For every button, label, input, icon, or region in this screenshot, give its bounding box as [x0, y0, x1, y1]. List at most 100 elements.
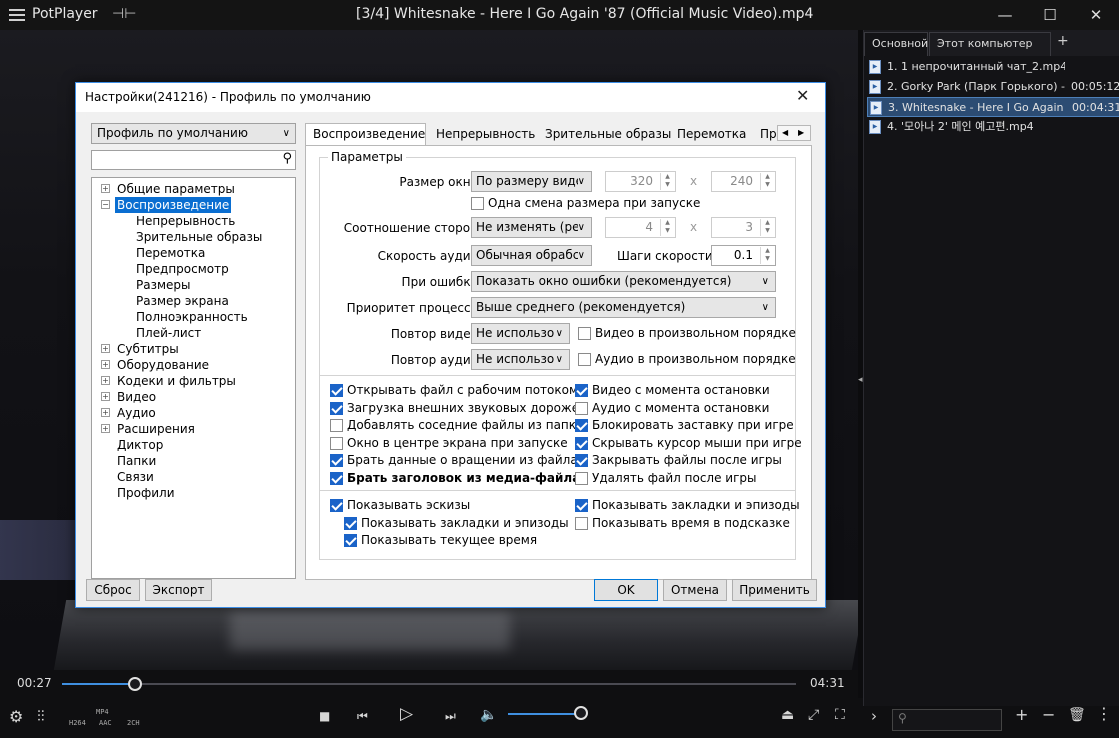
- tree-item[interactable]: + Общие параметры: [92, 181, 295, 197]
- option-checkbox[interactable]: Показывать закладки и эпизоды: [575, 498, 800, 514]
- option-checkbox[interactable]: Показывать закладки и эпизоды: [344, 516, 569, 532]
- trash-icon[interactable]: 🗑: [1068, 707, 1086, 723]
- tree-item[interactable]: Размеры: [92, 277, 295, 293]
- tab-visuals[interactable]: Зрительные образы: [538, 124, 671, 146]
- tree-item[interactable]: Плей-лист: [92, 325, 295, 341]
- tab-scroll-arrows[interactable]: ◀ ▶: [777, 125, 811, 141]
- option-checkbox[interactable]: Добавлять соседние файлы из папки: [330, 418, 584, 434]
- menu-icon[interactable]: [9, 7, 25, 23]
- expand-icon[interactable]: +: [101, 184, 110, 193]
- fullscreen-icon[interactable]: ⛶: [835, 707, 845, 723]
- tab-scroll-right-icon[interactable]: ▶: [798, 126, 804, 140]
- random-audio-checkbox[interactable]: Аудио в произвольном порядке: [578, 352, 796, 368]
- tree-item[interactable]: − Воспроизведение: [92, 197, 295, 213]
- window-size-select[interactable]: По размеру виде ∨: [471, 171, 592, 192]
- expand-icon[interactable]: ›: [871, 707, 877, 725]
- remove-icon[interactable]: −: [1042, 705, 1055, 724]
- play-icon[interactable]: ▷: [400, 704, 413, 724]
- aspect-select[interactable]: Не изменять (ре ∨: [471, 217, 592, 238]
- tree-item[interactable]: + Субтитры: [92, 341, 295, 357]
- option-checkbox[interactable]: Блокировать заставку при игре: [575, 418, 794, 434]
- tab-main[interactable]: Основной: [864, 32, 928, 56]
- option-checkbox[interactable]: Брать данные о вращении из файла: [330, 453, 578, 469]
- export-button[interactable]: Экспорт: [145, 579, 212, 601]
- volume-icon[interactable]: 🔈: [480, 707, 497, 723]
- previous-icon[interactable]: ⏮: [357, 709, 368, 724]
- add-icon[interactable]: +: [1015, 705, 1028, 724]
- tree-item[interactable]: + Кодеки и фильтры: [92, 373, 295, 389]
- repeat-video-select[interactable]: Не использо ∨: [471, 323, 570, 344]
- playlist-item[interactable]: ▶ 4. '모아나 2' 메인 예고편.mp4: [867, 117, 1119, 137]
- ok-button[interactable]: OK: [594, 579, 658, 601]
- tree-item[interactable]: Зрительные образы: [92, 229, 295, 245]
- maximize-icon[interactable]: ☐: [1027, 0, 1073, 30]
- expand-icon[interactable]: +: [101, 344, 110, 353]
- tab-more[interactable]: Пр: [753, 124, 779, 146]
- aspect-height-stepper[interactable]: 3 ▲ ▼: [711, 217, 776, 238]
- tree-item[interactable]: Профили: [92, 485, 295, 501]
- expand-icon[interactable]: +: [101, 408, 110, 417]
- cancel-button[interactable]: Отмена: [663, 579, 727, 601]
- tree-item[interactable]: + Оборудование: [92, 357, 295, 373]
- spinner-arrows-icon[interactable]: ▲ ▼: [660, 173, 674, 190]
- on-error-select[interactable]: Показать окно ошибки (рекомендуется) ∨: [471, 271, 776, 292]
- tree-item[interactable]: + Расширения: [92, 421, 295, 437]
- option-checkbox[interactable]: Удалять файл после игры: [575, 471, 756, 487]
- aspect-width-stepper[interactable]: 4 ▲ ▼: [605, 217, 676, 238]
- pin-icon[interactable]: ⊣⊢: [112, 6, 136, 22]
- seek-handle[interactable]: [128, 677, 142, 691]
- playlist-item[interactable]: ▶ 2. Gorky Park (Парк Горького) - M... 0…: [867, 77, 1119, 97]
- tab-scroll-left-icon[interactable]: ◀: [782, 126, 788, 140]
- search-icon[interactable]: ⚲: [282, 151, 292, 166]
- spinner-arrows-icon[interactable]: ▲ ▼: [760, 247, 774, 264]
- window-width-stepper[interactable]: 320 ▲ ▼: [605, 171, 676, 192]
- volume-handle[interactable]: [574, 706, 588, 720]
- option-checkbox[interactable]: Загрузка внешних звуковых дорожек: [330, 401, 586, 417]
- collapse-icon[interactable]: −: [101, 200, 110, 209]
- expand-icon[interactable]: +: [101, 376, 110, 385]
- expand-icon[interactable]: +: [101, 424, 110, 433]
- next-icon[interactable]: ⏭: [445, 709, 456, 724]
- stop-icon[interactable]: ■: [319, 709, 330, 723]
- option-checkbox[interactable]: Аудио с момента остановки: [575, 401, 769, 417]
- speed-step-stepper[interactable]: 0.1 ▲ ▼: [711, 245, 776, 266]
- tree-item[interactable]: Предпросмотр: [92, 261, 295, 277]
- resize-icon[interactable]: ⤢: [808, 707, 819, 723]
- more-icon[interactable]: ⋮: [1096, 704, 1112, 723]
- tree-item[interactable]: Полноэкранность: [92, 309, 295, 325]
- random-video-checkbox[interactable]: Видео в произвольном порядке: [578, 326, 796, 342]
- equalizer-icon[interactable]: ⫶⫶: [37, 707, 45, 725]
- resize-once-checkbox[interactable]: Одна смена размера при запуске: [471, 196, 700, 212]
- expand-icon[interactable]: +: [101, 392, 110, 401]
- playlist-search-input[interactable]: ⚲: [892, 709, 1002, 731]
- dialog-close-icon[interactable]: ✕: [796, 86, 809, 105]
- tree-item[interactable]: Диктор: [92, 437, 295, 453]
- spinner-arrows-icon[interactable]: ▲ ▼: [760, 173, 774, 190]
- expand-icon[interactable]: +: [101, 360, 110, 369]
- spinner-arrows-icon[interactable]: ▲ ▼: [660, 219, 674, 236]
- window-height-stepper[interactable]: 240 ▲ ▼: [711, 171, 776, 192]
- option-checkbox[interactable]: Показывать время в подсказке: [575, 516, 790, 532]
- profile-select[interactable]: Профиль по умолчанию ∨: [91, 123, 296, 144]
- audio-speed-select[interactable]: Обычная обрабс ∨: [471, 245, 592, 266]
- eject-icon[interactable]: ⏏: [781, 707, 794, 723]
- option-checkbox[interactable]: Показывать эскизы: [330, 498, 470, 514]
- add-tab-icon[interactable]: +: [1057, 33, 1069, 49]
- minimize-icon[interactable]: —: [982, 0, 1028, 30]
- option-checkbox[interactable]: Скрывать курсор мыши при игре: [575, 436, 802, 452]
- option-checkbox[interactable]: Открывать файл с рабочим потоком: [330, 383, 578, 399]
- tree-item[interactable]: Размер экрана: [92, 293, 295, 309]
- playlist-item-playing[interactable]: ▶ 3. Whitesnake - Here I Go Again '8... …: [867, 97, 1119, 117]
- tab-seek[interactable]: Перемотка: [670, 124, 754, 146]
- reset-button[interactable]: Сброс: [86, 579, 140, 601]
- volume-slider[interactable]: [508, 713, 580, 715]
- tree-item[interactable]: + Видео: [92, 389, 295, 405]
- option-checkbox[interactable]: Закрывать файлы после игры: [575, 453, 782, 469]
- tree-item[interactable]: Непрерывность: [92, 213, 295, 229]
- repeat-audio-select[interactable]: Не использо ∨: [471, 349, 570, 370]
- collapse-playlist-icon[interactable]: ◂: [858, 375, 863, 385]
- tab-continuity[interactable]: Непрерывность: [429, 124, 535, 146]
- tab-playback[interactable]: Воспроизведение: [305, 123, 426, 147]
- tree-item[interactable]: + Аудио: [92, 405, 295, 421]
- option-checkbox[interactable]: Окно в центре экрана при запуске: [330, 436, 568, 452]
